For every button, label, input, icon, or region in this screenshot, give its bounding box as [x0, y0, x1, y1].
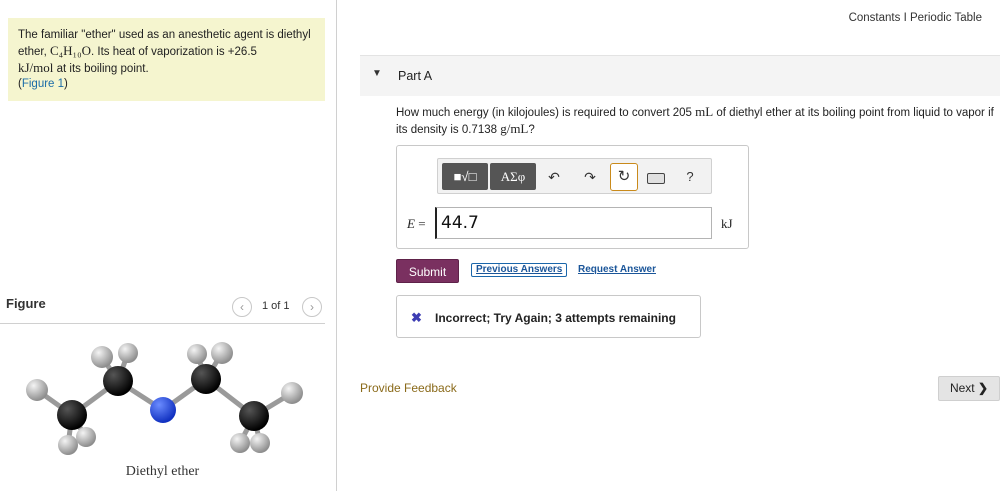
question-unit-1: mL: [695, 104, 714, 119]
answer-box: ■√□ AΣφ ↶ ↷ ↻ ? E = 44.7 kJ: [396, 145, 749, 249]
figure-link-paren-close: ): [64, 78, 68, 90]
undo-icon[interactable]: ↶: [542, 165, 566, 189]
feedback-box: ✖ Incorrect; Try Again; 3 attempts remai…: [396, 295, 701, 338]
previous-answers-link[interactable]: Previous Answers: [471, 263, 568, 277]
next-label: Next: [949, 381, 975, 395]
question-text-1: How much energy (in kilojoules) is requi…: [396, 107, 696, 119]
figure-title: Figure: [6, 296, 46, 311]
answer-variable: E: [407, 216, 415, 231]
question-text-3: ?: [528, 124, 535, 136]
reset-icon[interactable]: ↻: [610, 163, 638, 191]
intro-formula: C₄H₁₀O: [49, 43, 92, 58]
top-nav: Constants I Periodic Table: [849, 12, 982, 24]
answer-variable-label: E =: [407, 216, 426, 232]
periodic-table-link[interactable]: Periodic Table: [910, 12, 982, 24]
feedback-message: Incorrect; Try Again; 3 attempts remaini…: [435, 311, 676, 325]
part-title: Part A: [398, 69, 433, 83]
next-button[interactable]: Next ❯: [938, 376, 1000, 401]
chevron-right-icon: ❯: [977, 381, 989, 395]
templates-button[interactable]: ■√□: [442, 163, 488, 190]
question-unit-2: g/mL: [500, 121, 529, 136]
answer-unit: kJ: [721, 216, 733, 231]
keyboard-icon[interactable]: [644, 165, 668, 189]
figure-header: Figure ‹ 1 of 1 ›: [0, 290, 325, 324]
request-answer-link[interactable]: Request Answer: [578, 264, 656, 275]
figure-caption: Diethyl ether: [125, 464, 200, 479]
greek-symbols-button[interactable]: AΣφ: [490, 163, 536, 190]
math-toolbar: ■√□ AΣφ ↶ ↷ ↻ ?: [437, 158, 712, 194]
intro-text-3: at its boiling point.: [53, 63, 149, 75]
left-panel: The familiar "ether" used as an anesthet…: [0, 0, 337, 491]
x-icon: ✖: [411, 310, 422, 325]
diethyl-ether-molecule: [26, 342, 303, 455]
figure-page-count: 1 of 1: [262, 300, 290, 312]
problem-intro: The familiar "ether" used as an anesthet…: [8, 18, 325, 101]
intro-text-2: . Its heat of vaporization is +26.5: [91, 46, 257, 58]
answer-input[interactable]: 44.7: [435, 207, 712, 239]
nav-separator: I: [903, 12, 907, 24]
part-header[interactable]: ▼ Part A: [360, 55, 1000, 96]
redo-icon[interactable]: ↷: [578, 165, 602, 189]
intro-unit: kJ/mol: [18, 60, 54, 75]
question-text: How much energy (in kilojoules) is requi…: [396, 104, 998, 138]
submit-button[interactable]: Submit: [396, 259, 459, 283]
provide-feedback-link[interactable]: Provide Feedback: [360, 381, 457, 395]
constants-link[interactable]: Constants: [849, 12, 901, 24]
oxygen-atom: [150, 397, 176, 423]
answer-equals: =: [414, 216, 426, 231]
right-panel: Constants I Periodic Table ▼ Part A How …: [338, 0, 1004, 491]
figure-link[interactable]: Figure 1: [22, 78, 64, 90]
chevron-left-icon[interactable]: ‹: [232, 297, 252, 317]
caret-down-icon[interactable]: ▼: [372, 68, 382, 79]
chevron-right-icon[interactable]: ›: [302, 297, 322, 317]
help-button[interactable]: ?: [678, 165, 702, 189]
